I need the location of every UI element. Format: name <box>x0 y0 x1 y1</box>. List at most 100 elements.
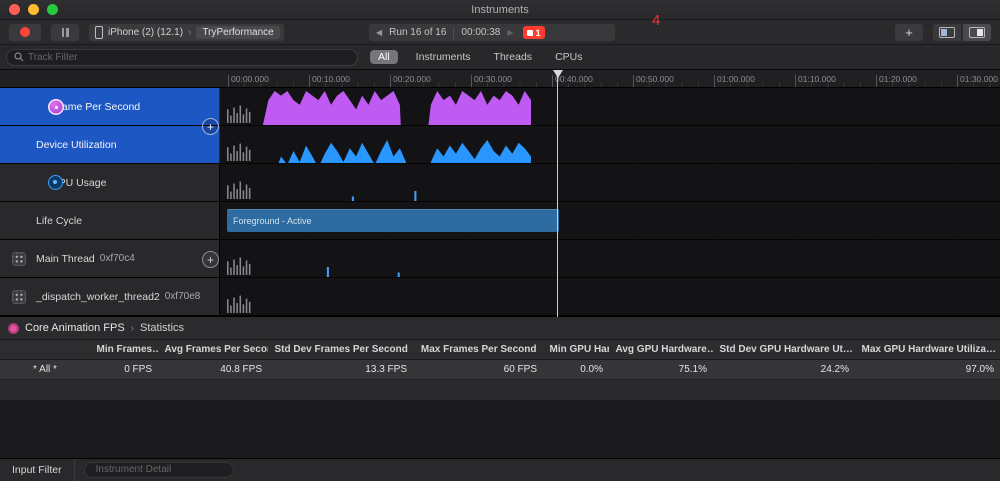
ruler-label: 00:10.000 <box>312 74 350 84</box>
column-header[interactable]: Std Dev GPU Hardware Ut… <box>713 340 855 359</box>
track-row: Main Thread 0xf70c4 <box>0 240 1000 278</box>
input-filter-tab[interactable]: Input Filter <box>0 459 75 481</box>
iphone-icon <box>95 26 103 39</box>
table-cell[interactable]: 24.2% <box>713 359 855 379</box>
playhead[interactable] <box>557 70 558 317</box>
breadcrumb-instrument[interactable]: Core Animation FPS <box>25 322 125 334</box>
right-pane-icon <box>969 27 985 38</box>
column-header[interactable]: Avg GPU Hardware…^ <box>609 340 713 359</box>
instrument-dot-icon <box>8 323 19 334</box>
track-main-thread[interactable]: Main Thread 0xf70c4 <box>0 240 220 277</box>
table-header-row: Min Frames…Avg Frames Per SecondStd Dev … <box>0 340 1000 359</box>
scope-cpus[interactable]: CPUs <box>550 50 587 64</box>
table-cell[interactable]: 0.0% <box>543 359 609 379</box>
device-target-selector[interactable]: iPhone (2) (12.1) › TryPerformance <box>88 23 285 42</box>
breadcrumb-page[interactable]: Statistics <box>140 322 184 334</box>
track-filter-field[interactable] <box>6 49 358 66</box>
column-header[interactable]: Std Dev Frames Per Second <box>268 340 413 359</box>
table-cell[interactable]: 97.0% <box>855 359 1000 379</box>
track-label: _dispatch_worker_thread2 <box>36 291 160 303</box>
expand-main-thread-button[interactable]: + <box>202 251 219 268</box>
track-label: Life Cycle <box>36 215 82 227</box>
run-time: 00:00:38 <box>461 27 500 38</box>
track-label: Main Thread <box>36 253 95 265</box>
track-area: Frame Per Second Device Utilization <box>0 88 1000 317</box>
track-lane-cpu-usage[interactable] <box>220 164 1000 201</box>
playhead-handle-icon[interactable] <box>553 70 563 78</box>
toolbar: iPhone (2) (12.1) › TryPerformance ◀ Run… <box>0 20 1000 45</box>
toolbar-right-group: + <box>894 23 992 42</box>
run-preview-chart <box>227 98 252 123</box>
thread-grid-icon <box>12 252 26 266</box>
add-instrument-button[interactable]: + <box>894 23 924 42</box>
table-cell[interactable]: 40.8 FPS <box>158 359 268 379</box>
ruler-label: 01:10.000 <box>798 74 836 84</box>
minimize-button[interactable] <box>28 4 39 15</box>
issues-count: 1 <box>536 28 541 38</box>
chevron-right-icon: › <box>131 323 134 334</box>
lifecycle-state-span[interactable]: Foreground - Active <box>227 209 559 232</box>
run-label: Run 16 of 16 <box>389 27 446 38</box>
scope-threads[interactable]: Threads <box>489 50 538 64</box>
column-header[interactable]: Min Frames… <box>90 340 158 359</box>
ruler-label: 00:20.000 <box>393 74 431 84</box>
track-life-cycle[interactable]: Life Cycle <box>0 202 220 239</box>
thread-address: 0xf70e8 <box>165 291 201 302</box>
table-cell[interactable]: * All * <box>0 359 90 379</box>
toggle-bottom-pane-button[interactable] <box>932 23 962 42</box>
track-row: CPU Usage <box>0 164 1000 202</box>
scope-all[interactable]: All <box>370 50 398 64</box>
bottom-pane-icon <box>939 27 955 38</box>
column-header[interactable]: Max Frames Per Second <box>413 340 543 359</box>
table-cell[interactable]: 75.1% <box>609 359 713 379</box>
scope-instruments[interactable]: Instruments <box>411 50 476 64</box>
expand-fps-track-button[interactable]: + <box>202 118 219 135</box>
track-lane-dispatch-worker[interactable] <box>220 278 1000 315</box>
track-label: Device Utilization <box>36 139 117 151</box>
bottom-bar: Input Filter <box>0 458 1000 481</box>
track-row: Device Utilization <box>0 126 1000 164</box>
track-dispatch-worker-thread[interactable]: _dispatch_worker_thread2 0xf70e8 <box>0 278 220 315</box>
column-header[interactable] <box>0 340 90 359</box>
traffic-lights <box>9 4 58 15</box>
time-ruler[interactable]: 00:00.00000:10.00000:20.00000:30.00000:4… <box>0 70 1000 88</box>
track-cpu-usage[interactable]: CPU Usage <box>0 164 220 201</box>
target-app-name[interactable]: TryPerformance <box>196 26 279 39</box>
table-cell[interactable]: 0 FPS <box>90 359 158 379</box>
cpu-usage-spike-chart <box>256 169 531 201</box>
track-label: Frame Per Second <box>52 101 140 113</box>
table-row[interactable]: * All *0 FPS40.8 FPS13.3 FPS60 FPS0.0%75… <box>0 359 1000 379</box>
table-cell[interactable]: 13.3 FPS <box>268 359 413 379</box>
track-device-utilization[interactable]: Device Utilization <box>0 126 220 163</box>
previous-run-button[interactable]: ◀ <box>376 28 382 37</box>
next-run-button[interactable]: ▶ <box>507 28 513 37</box>
track-lane-main-thread[interactable] <box>220 240 1000 277</box>
run-preview-chart <box>227 288 252 313</box>
ruler-label: 00:30.000 <box>474 74 512 84</box>
annotation-4: 4 <box>652 12 660 29</box>
cpu-icon <box>48 175 63 190</box>
issues-badge[interactable]: 1 <box>523 26 545 39</box>
instrument-detail-filter-field[interactable] <box>84 462 234 478</box>
detail-table-empty-area <box>0 380 1000 458</box>
table-cell[interactable]: 60 FPS <box>413 359 543 379</box>
timeline: 00:00.00000:10.00000:20.00000:30.00000:4… <box>0 70 1000 317</box>
column-header[interactable]: Avg Frames Per Second <box>158 340 268 359</box>
track-lane-life-cycle[interactable]: Foreground - Active <box>220 202 1000 239</box>
pause-button[interactable] <box>50 23 80 42</box>
track-filter-input[interactable] <box>28 52 350 63</box>
pause-icon <box>62 28 69 37</box>
track-lane-device-utilization[interactable] <box>220 126 1000 163</box>
close-button[interactable] <box>9 4 20 15</box>
instrument-detail-input[interactable] <box>96 464 228 475</box>
track-lane-fps[interactable] <box>220 88 1000 125</box>
column-header[interactable]: Min GPU Hard… <box>543 340 609 359</box>
layout-toggle-group <box>932 23 992 42</box>
record-button[interactable] <box>8 23 42 42</box>
device-name: iPhone (2) (12.1) <box>108 27 183 38</box>
dispatch-worker-spike-chart <box>256 283 531 315</box>
column-header[interactable]: Max GPU Hardware Utiliza… <box>855 340 1000 359</box>
toggle-right-pane-button[interactable] <box>962 23 992 42</box>
track-frame-per-second[interactable]: Frame Per Second <box>0 88 220 125</box>
zoom-button[interactable] <box>47 4 58 15</box>
